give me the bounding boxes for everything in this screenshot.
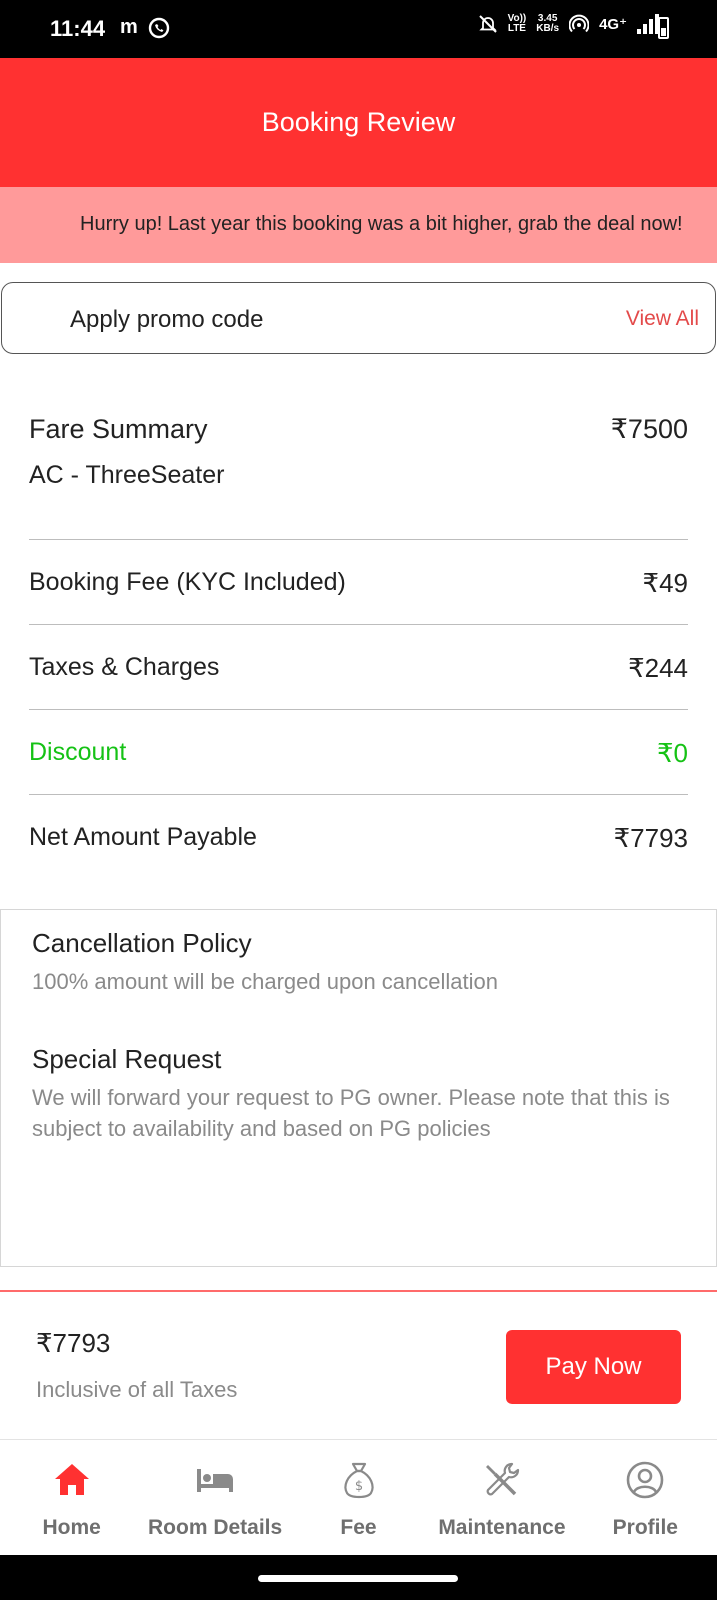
cancellation-policy-text: 100% amount will be charged upon cancell… [32,969,498,994]
notification-icons: m [120,16,170,39]
nav-item-profile[interactable]: Profile [574,1440,717,1555]
base-fare-amount: ₹7500 [610,414,688,444]
deal-banner-text: Hurry up! Last year this booking was a b… [80,213,683,235]
booking-fee-row: Booking Fee (KYC Included) ₹49 [29,540,688,625]
net-amount-row: Net Amount Payable ₹7793 [29,795,688,880]
tax-note: Inclusive of all Taxes [36,1377,238,1402]
hotspot-icon [569,14,590,33]
network-type: 4G⁺ [599,16,627,33]
status-time: 11:44 [50,16,106,41]
net-amount-value: ₹7793 [613,823,688,853]
nav-label-fee: Fee [340,1516,377,1539]
taxes-label: Taxes & Charges [29,653,220,681]
discount-value: ₹0 [656,738,688,768]
booking-fee-value: ₹49 [642,568,688,598]
tools-icon [485,1462,520,1496]
discount-label: Discount [29,738,127,766]
battery-icon [658,17,669,39]
booking-fee-label: Booking Fee (KYC Included) [29,568,346,596]
nav-item-maintenance[interactable]: Maintenance [430,1440,573,1555]
promo-code-label: Apply promo code [70,306,264,333]
policy-card: Cancellation Policy 100% amount will be … [0,909,717,1267]
money-bag-icon: $ [343,1462,374,1499]
app-notification-icon: m [120,16,138,38]
deal-banner: Hurry up! Last year this booking was a b… [0,187,717,263]
promo-code-card[interactable]: Apply promo code View All [1,282,716,354]
mute-bell-icon [478,15,497,33]
net-amount-label: Net Amount Payable [29,823,257,851]
room-type: AC - ThreeSeater [29,461,225,489]
home-icon [54,1464,89,1495]
signal-strength-icon [637,14,659,34]
taxes-row: Taxes & Charges ₹244 [29,625,688,710]
status-bar: 11:44 m Vo)) LTE 3.45 KB/s 4G⁺ [0,0,717,58]
nav-item-home[interactable]: Home [0,1440,143,1555]
network-speed: 3.45 KB/s [536,13,560,34]
volte-indicator: Vo)) LTE [507,13,527,34]
user-circle-icon [627,1461,664,1499]
fare-summary-title: Fare Summary [29,414,208,444]
svg-text:$: $ [354,1479,362,1494]
app-header: Booking Review [0,58,717,187]
system-navigation-bar [0,1555,717,1600]
home-gesture-handle[interactable] [258,1575,458,1582]
page-title: Booking Review [261,107,456,137]
payment-bar: ₹7793 Inclusive of all Taxes Pay Now [0,1290,717,1439]
total-amount: ₹7793 [36,1328,111,1358]
nav-label-room-details: Room Details [148,1516,283,1539]
taxes-value: ₹244 [628,653,688,683]
discount-row: Discount ₹0 [29,710,688,795]
fare-summary: Fare Summary AC - ThreeSeater ₹7500 Book… [29,400,688,880]
pay-now-button[interactable]: Pay Now [506,1330,681,1404]
nav-item-fee[interactable]: $ Fee [287,1440,430,1555]
fare-summary-header: Fare Summary AC - ThreeSeater ₹7500 [29,400,688,540]
nav-item-room-details[interactable]: Room Details [143,1440,286,1555]
nav-label-home: Home [42,1516,101,1539]
nav-label-profile: Profile [612,1516,678,1539]
bottom-navigation: Home Room Details $ Fee Maintenance Prof… [0,1439,717,1555]
view-all-promos-link[interactable]: View All [626,307,699,331]
nav-label-maintenance: Maintenance [438,1516,566,1539]
special-request-title: Special Request [32,1044,222,1074]
system-indicators: Vo)) LTE 3.45 KB/s 4G⁺ [478,14,659,34]
whatsapp-icon [148,17,169,38]
cancellation-policy-title: Cancellation Policy [32,928,252,958]
bed-icon [197,1469,234,1492]
special-request-text: We will forward your request to PG owner… [32,1085,670,1141]
